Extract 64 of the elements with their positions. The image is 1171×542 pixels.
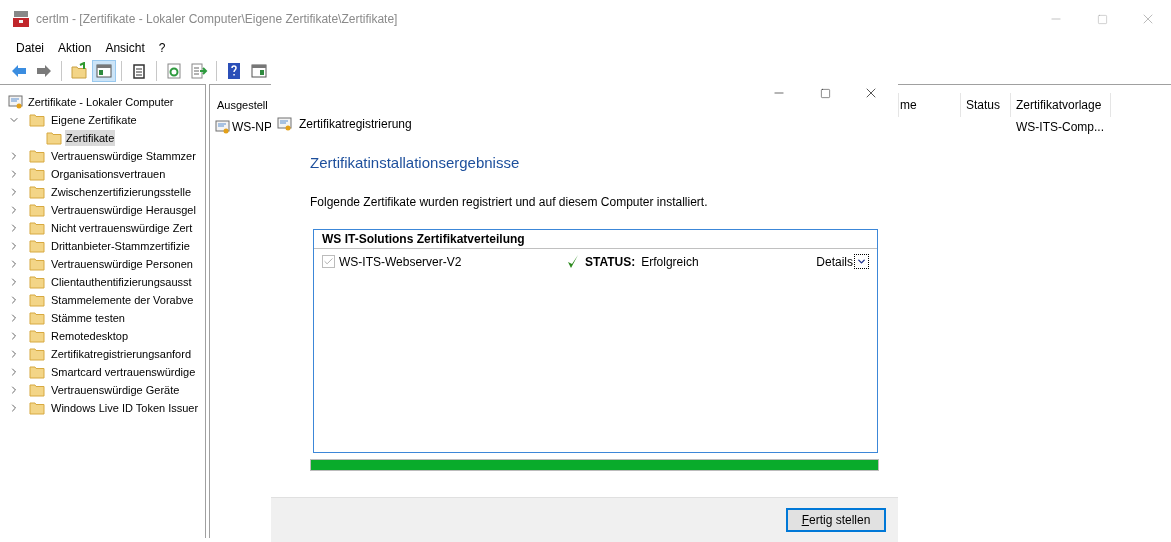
menu-item[interactable]: Aktion <box>51 39 99 57</box>
tree-item[interactable]: Zertifikate - Lokaler Computer <box>28 93 174 111</box>
certificate-key-icon <box>215 119 231 135</box>
folder-icon <box>29 185 45 199</box>
folder-icon <box>46 131 62 145</box>
column-header[interactable]: Zertifikatvorlage <box>1016 96 1102 114</box>
tree-item[interactable]: Stämme testen <box>50 309 126 327</box>
folder-icon <box>29 221 45 235</box>
column-header[interactable]: Status <box>966 96 1001 114</box>
toolbox-icon <box>12 10 30 28</box>
finish-button[interactable]: Fertig stellen <box>786 508 886 532</box>
tree-item[interactable]: Zertifikatregistrierungsanford <box>50 345 192 363</box>
window-title: certlm - [Zertifikate - Lokaler Computer\Eigene Zertifikate\Zertifikate] <box>36 11 398 28</box>
folder-icon <box>29 275 45 289</box>
chevron-icon <box>856 256 867 267</box>
folder-icon <box>29 347 45 361</box>
tree-item[interactable]: Vertrauenswürdige Herausgel <box>50 201 197 219</box>
folder-icon <box>29 293 45 307</box>
folder-icon <box>29 203 45 217</box>
menu-item[interactable]: ? <box>151 39 173 57</box>
folder-icon <box>29 149 45 163</box>
console-tree-icon[interactable] <box>92 60 116 82</box>
folder-icon <box>29 329 45 343</box>
tree-item[interactable]: Smartcard vertrauenswürdige <box>50 363 197 381</box>
folder-icon <box>29 311 45 325</box>
tree-item[interactable]: Vertrauenswürdige Personen <box>50 255 194 273</box>
certificate-store-icon <box>8 94 24 110</box>
folder-icon <box>29 383 45 397</box>
tree-item[interactable]: Vertrauenswürdige Stammzer <box>50 147 197 165</box>
folder-icon <box>29 167 45 181</box>
certificate-icon <box>277 116 293 132</box>
tree-item[interactable]: Remotedesktop <box>50 327 130 345</box>
tree-item[interactable]: Vertrauenswürdige Geräte <box>50 381 181 399</box>
tree-item[interactable]: Drittanbieter-Stammzertifizie <box>50 237 191 255</box>
column-header[interactable]: Ausgestell <box>217 96 268 114</box>
folder-icon <box>29 257 45 271</box>
column-header[interactable]: me <box>900 96 917 114</box>
maximize-icon[interactable] <box>819 87 831 99</box>
status-value: Erfolgreich <box>641 253 699 271</box>
expand-button[interactable] <box>854 254 869 269</box>
group-title: WS IT-Solutions Zertifikatverteilung <box>314 229 877 249</box>
description-text: Folgende Zertifikate wurden registriert und auf diesem Computer installiert. <box>310 193 709 211</box>
checkmark-icon <box>567 254 579 269</box>
tree-item[interactable]: Eigene Zertifikate <box>50 111 138 129</box>
folder-icon <box>29 365 45 379</box>
table-cell-text: WS-ITS-Comp... <box>1016 119 1104 136</box>
folder-icon <box>29 113 45 127</box>
menu-item[interactable]: Ansicht <box>98 39 152 57</box>
menu-item[interactable]: Datei <box>9 39 51 57</box>
folder-icon <box>29 239 45 253</box>
tree-item[interactable]: Zwischenzertifizierungsstelle <box>50 183 192 201</box>
tree-item[interactable]: Organisationsvertrauen <box>50 165 167 183</box>
maximize-icon[interactable] <box>1096 13 1108 25</box>
tree-item[interactable]: Windows Live ID Token Issuer <box>50 399 200 417</box>
tree-item[interactable]: Zertifikate <box>65 129 116 147</box>
certificate-name: WS-ITS-Webserver-V2 <box>339 253 463 271</box>
tree-item[interactable]: Stammelemente der Vorabve <box>50 291 195 309</box>
dialog-title: Zertifikatregistrierung <box>299 116 412 133</box>
tree-item[interactable]: Clientauthentifizierungsausst <box>50 273 193 291</box>
status-label: STATUS: <box>585 253 636 271</box>
table-cell-text: WS-NP <box>232 119 272 136</box>
page-heading: Zertifikatinstallationsergebnisse <box>310 153 521 173</box>
folder-icon <box>29 401 45 415</box>
tree-item[interactable]: Nicht vertrauenswürdige Zert <box>50 219 194 237</box>
